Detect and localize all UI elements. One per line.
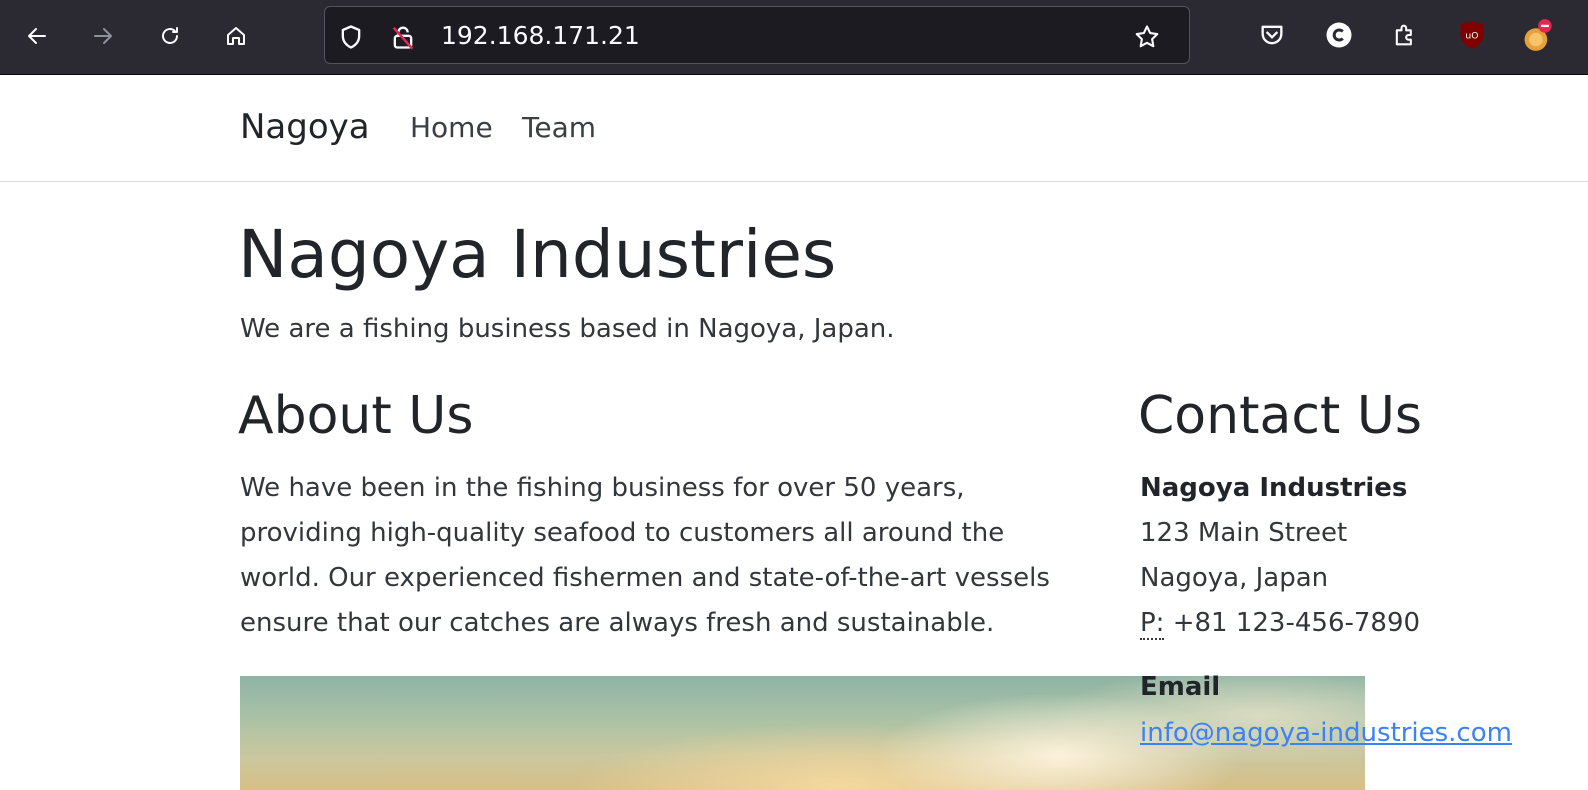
url-bar[interactable]: 192.168.171.21 [324,6,1190,64]
url-text: 192.168.171.21 [441,21,640,50]
svg-text:uO: uO [1465,30,1478,41]
arrow-left-icon [28,28,46,44]
profile-extension-button[interactable] [1520,18,1554,52]
phone-label: P: [1140,608,1165,640]
contact-city: Nagoya, Japan [1140,563,1329,593]
contact-address: Nagoya Industries 123 Main Street Nagoya… [1140,466,1420,646]
nav-link-team[interactable]: Team [522,111,596,144]
pocket-icon [1261,25,1283,45]
reload-button[interactable] [151,17,189,55]
reload-icon [162,27,178,44]
contact-company: Nagoya Industries [1140,473,1408,503]
bookmark-star-icon[interactable] [1133,23,1161,51]
arrow-right-icon [94,28,112,44]
extensions-button[interactable] [1388,18,1422,52]
back-button[interactable] [18,17,56,55]
c-extension-icon [1326,22,1352,48]
site-navbar: Nagoya Home Team [0,75,1588,182]
avatar-blocked-icon [1524,19,1552,51]
puzzle-icon [1395,24,1412,46]
shield-icon[interactable] [337,23,365,51]
insecure-lock-icon[interactable] [389,23,417,51]
page-lead: We are a fishing business based in Nagoy… [240,314,895,344]
contact-street: 123 Main Street [1140,518,1348,548]
page-title: Nagoya Industries [238,216,837,293]
pocket-button[interactable] [1255,18,1289,52]
contact-heading: Contact Us [1138,386,1422,446]
nav-link-home[interactable]: Home [410,111,493,144]
email-label: Email [1140,672,1221,702]
home-icon [227,27,245,45]
home-button[interactable] [217,17,255,55]
forward-button[interactable] [84,17,122,55]
browser-toolbar: 192.168.171.21 uO [0,0,1588,75]
contact-phone: +81 123-456-7890 [1172,608,1421,638]
ublock-shield-icon: uO [1460,21,1484,49]
about-text: We have been in the fishing business for… [240,473,1050,638]
about-heading: About Us [238,386,474,446]
ublock-button[interactable]: uO [1455,18,1489,52]
email-link[interactable]: info@nagoya-industries.com [1140,718,1512,748]
navbar-brand[interactable]: Nagoya [240,107,370,147]
extension-c-button[interactable] [1322,18,1356,52]
